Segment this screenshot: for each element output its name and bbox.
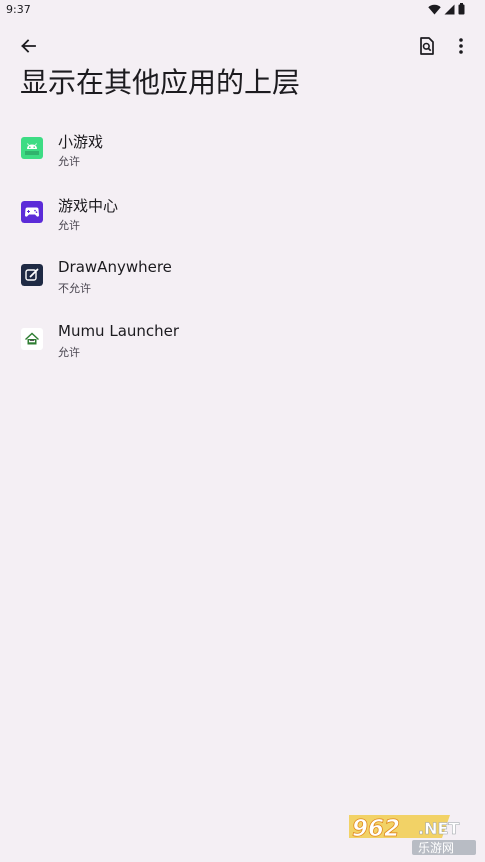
app-row-game-center[interactable]: 游戏中心 允许 bbox=[0, 180, 485, 244]
app-row-mumu-launcher[interactable]: Mumu Launcher 允许 bbox=[0, 307, 485, 371]
toolbar bbox=[0, 28, 485, 64]
watermark-logo: 962 .NET 乐游网 bbox=[346, 812, 478, 856]
status-time: 9:37 bbox=[6, 3, 31, 16]
draw-icon bbox=[21, 264, 43, 286]
status-icons bbox=[428, 3, 465, 15]
svg-text:乐游网: 乐游网 bbox=[418, 841, 454, 855]
app-row-mini-game[interactable]: 小游戏 允许 bbox=[0, 116, 485, 180]
search-button[interactable] bbox=[411, 30, 443, 62]
battery-icon bbox=[458, 3, 465, 15]
back-button[interactable] bbox=[12, 30, 44, 62]
app-name: Mumu Launcher bbox=[58, 321, 180, 340]
app-permission-status: 不允许 bbox=[58, 282, 91, 295]
svg-text:962: 962 bbox=[352, 816, 400, 842]
app-permission-status: 允许 bbox=[58, 345, 80, 359]
search-in-page-icon bbox=[420, 37, 434, 55]
arrow-back-icon bbox=[21, 39, 36, 53]
app-list: 小游戏 允许 游戏中心 允许 DrawAnywhere 不允许 Mumu Lau… bbox=[0, 116, 485, 370]
home-icon bbox=[21, 327, 43, 350]
svg-text:.NET: .NET bbox=[418, 819, 459, 838]
app-row-drawanywhere[interactable]: DrawAnywhere 不允许 bbox=[0, 243, 485, 307]
app-name: 小游戏 bbox=[58, 133, 104, 151]
app-permission-status: 允许 bbox=[58, 155, 80, 168]
app-permission-status: 允许 bbox=[58, 218, 80, 232]
wifi-icon bbox=[428, 4, 441, 14]
app-name: DrawAnywhere bbox=[58, 258, 172, 276]
app-name: 游戏中心 bbox=[58, 196, 119, 215]
more-options-button[interactable] bbox=[445, 30, 477, 62]
cell-signal-icon bbox=[444, 4, 455, 14]
android-icon bbox=[21, 137, 43, 159]
status-bar: 9:37 bbox=[0, 0, 485, 20]
more-vert-icon bbox=[459, 38, 463, 54]
gamepad-icon bbox=[21, 200, 43, 223]
page-title: 显示在其他应用的上层 bbox=[20, 66, 301, 99]
